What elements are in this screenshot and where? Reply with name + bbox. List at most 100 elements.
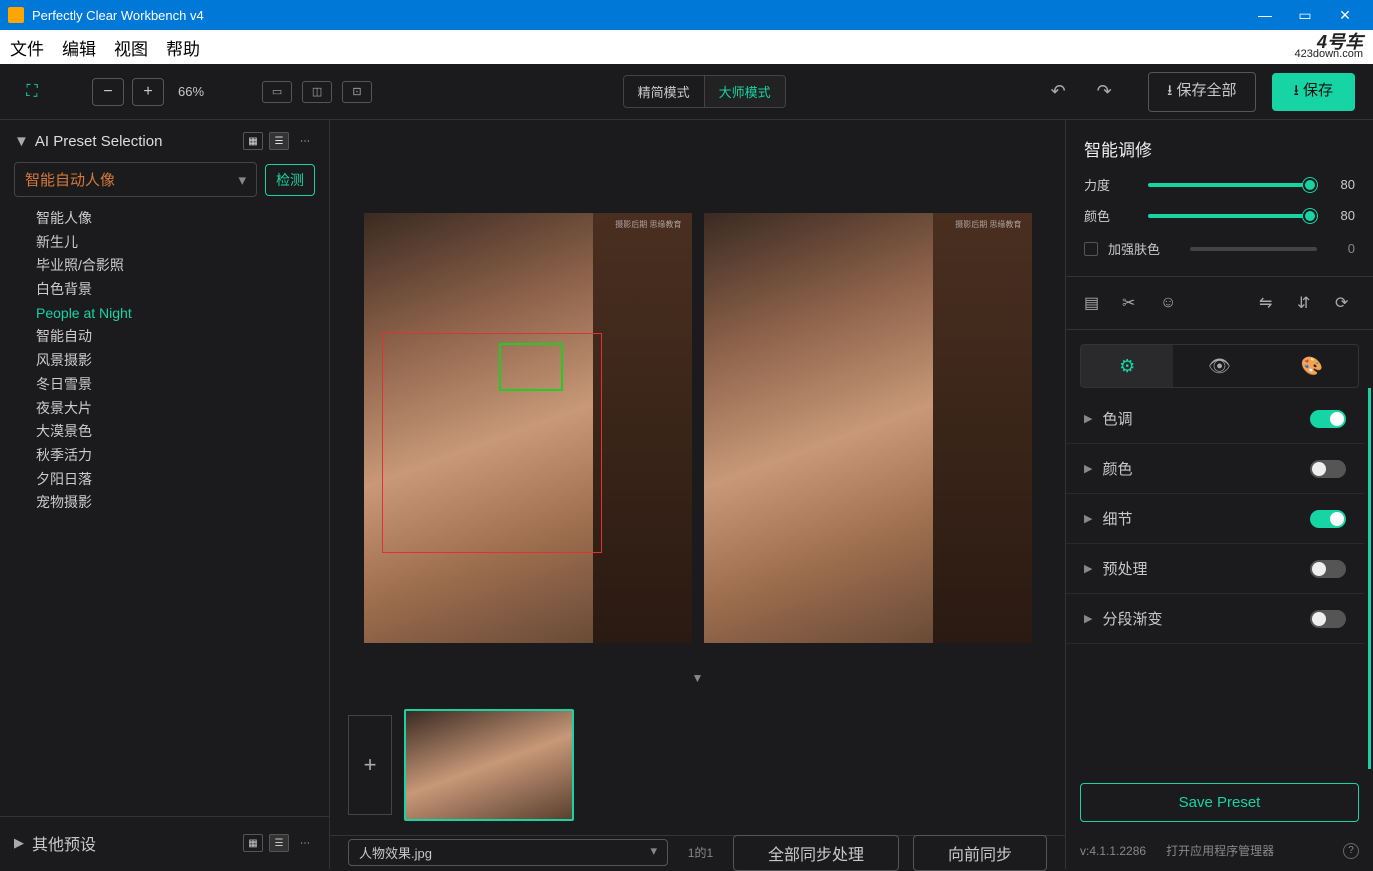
flip-h-icon[interactable]: ⇋ [1259, 293, 1279, 313]
zoom-out-button[interactable]: − [92, 78, 124, 106]
preset-dropdown[interactable]: 智能自动人像▾ [14, 162, 257, 197]
other-view-list-icon[interactable]: ☰ [269, 834, 289, 852]
thumbnail-0[interactable] [404, 709, 574, 821]
menubar: 文件 编辑 视图 帮助 4号车 423down.com [0, 30, 1373, 64]
center-panel: 摄影后期 思缘教育 摄影后期 思缘教育 ▼ + 人物效果.jpg▾ 1的1 全部… [330, 120, 1065, 869]
preset-section-toggle[interactable]: ▼ [14, 133, 29, 150]
group-toggle[interactable] [1310, 560, 1346, 578]
status-text[interactable]: 打开应用程序管理器 [1166, 842, 1274, 859]
app-icon [8, 7, 24, 23]
sync-forward-button[interactable]: 向前同步 [913, 835, 1047, 871]
group-toggle[interactable] [1310, 460, 1346, 478]
rotate-icon[interactable]: ⟳ [1335, 293, 1355, 313]
menu-file[interactable]: 文件 [10, 35, 44, 60]
preset-section-title: AI Preset Selection [35, 133, 163, 150]
image-counter: 1的1 [682, 844, 719, 861]
mode-switcher: 精简模式 大师模式 [623, 75, 786, 108]
help-icon[interactable]: ? [1343, 843, 1359, 859]
toolbar: ⛶ − + 66% ▭ ◫ ⊡ 精简模式 大师模式 ↶ ↷ ⭳ 保存全部 ⭳ 保… [0, 64, 1373, 120]
eye-detection-box [499, 343, 563, 391]
menu-help[interactable]: 帮助 [166, 35, 200, 60]
site-logo: 4号车 423down.com [1295, 34, 1364, 60]
preset-item[interactable]: 夕阳日落 [36, 468, 315, 492]
crop-icon[interactable]: ✂ [1122, 293, 1142, 313]
adjustment-group[interactable]: ▶分段渐变 [1066, 594, 1364, 644]
other-view-grid-icon[interactable]: ▦ [243, 834, 263, 852]
slider-strength[interactable]: 力度 80 [1066, 169, 1373, 200]
face-icon[interactable]: ☺ [1160, 294, 1180, 312]
chevron-down-icon[interactable]: ▼ [692, 671, 704, 685]
group-toggle[interactable] [1310, 610, 1346, 628]
filename-dropdown[interactable]: 人物效果.jpg▾ [348, 839, 668, 866]
zoom-in-button[interactable]: + [132, 78, 164, 106]
preset-item[interactable]: 大漠景色 [36, 420, 315, 444]
detect-button[interactable]: 检测 [265, 164, 315, 196]
preset-item[interactable]: 秋季活力 [36, 444, 315, 468]
fit-to-screen-icon[interactable]: ⛶ [18, 78, 46, 106]
preset-item[interactable]: 智能自动 [36, 325, 315, 349]
flip-v-icon[interactable]: ⇵ [1297, 293, 1317, 313]
filmstrip: + [330, 695, 1065, 835]
histogram-icon[interactable]: ▤ [1084, 293, 1104, 313]
view-grid-icon[interactable]: ▦ [243, 132, 263, 150]
save-all-button[interactable]: ⭳ 保存全部 [1148, 72, 1255, 112]
adjustment-group[interactable]: ▶颜色 [1066, 444, 1364, 494]
preset-item[interactable]: People at Night [36, 302, 315, 326]
preset-list: 智能人像新生儿毕业照/合影照白色背景People at Night智能自动风景摄… [0, 207, 329, 512]
preset-item[interactable]: 宠物摄影 [36, 491, 315, 511]
preset-item[interactable]: 夜景大片 [36, 397, 315, 421]
right-panel-title: 智能调修 [1066, 120, 1373, 169]
group-toggle[interactable] [1310, 510, 1346, 528]
window-titlebar: Perfectly Clear Workbench v4 — ▭ ✕ [0, 0, 1373, 30]
preset-item[interactable]: 风景摄影 [36, 349, 315, 373]
maximize-button[interactable]: ▭ [1285, 7, 1325, 24]
tab-adjustments[interactable]: ⚙ [1081, 345, 1173, 387]
after-image: 摄影后期 思缘教育 [704, 213, 1032, 643]
other-more-icon[interactable]: ⋯ [295, 834, 315, 852]
image-viewer[interactable]: 摄影后期 思缘教育 摄影后期 思缘教育 ▼ [330, 120, 1065, 695]
other-presets-toggle[interactable]: ▶ [14, 835, 24, 851]
menu-edit[interactable]: 编辑 [62, 35, 96, 60]
save-preset-button[interactable]: Save Preset [1080, 783, 1359, 822]
add-image-button[interactable]: + [348, 715, 392, 815]
other-presets-label[interactable]: 其他预设 [32, 831, 96, 855]
mode-simple[interactable]: 精简模式 [624, 76, 704, 107]
right-panel: 智能调修 力度 80 颜色 80 加强肤色 0 ▤ ✂ ☺ ⇋ ⇵ ⟳ ⚙ 👁 [1065, 120, 1373, 869]
adjustment-group[interactable]: ▶预处理 [1066, 544, 1364, 594]
face-detection-box [382, 333, 602, 553]
preset-item[interactable]: 白色背景 [36, 278, 315, 302]
adjustment-tabs: ⚙ 👁 🎨 [1080, 344, 1359, 388]
view-list-icon[interactable]: ☰ [269, 132, 289, 150]
menu-view[interactable]: 视图 [114, 35, 148, 60]
tool-icons-row: ▤ ✂ ☺ ⇋ ⇵ ⟳ [1066, 276, 1373, 330]
tab-eye[interactable]: 👁 [1173, 345, 1265, 387]
adjustment-groups: ▶色调▶颜色▶细节▶预处理▶分段渐变 [1066, 388, 1371, 769]
close-button[interactable]: ✕ [1325, 7, 1365, 24]
tab-face[interactable]: 🎨 [1266, 345, 1358, 387]
preset-item[interactable]: 新生儿 [36, 231, 315, 255]
zoom-level[interactable]: 66% [178, 84, 204, 99]
undo-button[interactable]: ↶ [1042, 78, 1074, 106]
adjustment-group[interactable]: ▶色调 [1066, 394, 1364, 444]
sync-all-button[interactable]: 全部同步处理 [733, 835, 899, 871]
bottom-bar: 人物效果.jpg▾ 1的1 全部同步处理 向前同步 [330, 835, 1065, 869]
preset-item[interactable]: 毕业照/合影照 [36, 254, 315, 278]
view-single-icon[interactable]: ▭ [262, 81, 292, 103]
save-button[interactable]: ⭳ 保存 [1272, 73, 1355, 111]
redo-button[interactable]: ↷ [1088, 78, 1120, 106]
preset-item[interactable]: 冬日雪景 [36, 373, 315, 397]
adjustment-group[interactable]: ▶细节 [1066, 494, 1364, 544]
more-options-icon[interactable]: ⋯ [295, 132, 315, 150]
status-bar: v:4.1.1.2286 打开应用程序管理器 ? [1066, 836, 1373, 869]
version-label: v:4.1.1.2286 [1080, 844, 1146, 858]
view-crop-icon[interactable]: ⊡ [342, 81, 372, 103]
view-split-icon[interactable]: ◫ [302, 81, 332, 103]
mode-master[interactable]: 大师模式 [704, 76, 785, 107]
slider-color[interactable]: 颜色 80 [1066, 200, 1373, 231]
group-toggle[interactable] [1310, 410, 1346, 428]
preset-item[interactable]: 智能人像 [36, 207, 315, 231]
before-image: 摄影后期 思缘教育 [364, 213, 692, 643]
enhance-skin-row[interactable]: 加强肤色 0 [1066, 231, 1373, 266]
enhance-skin-checkbox[interactable] [1084, 242, 1098, 256]
minimize-button[interactable]: — [1245, 7, 1285, 23]
